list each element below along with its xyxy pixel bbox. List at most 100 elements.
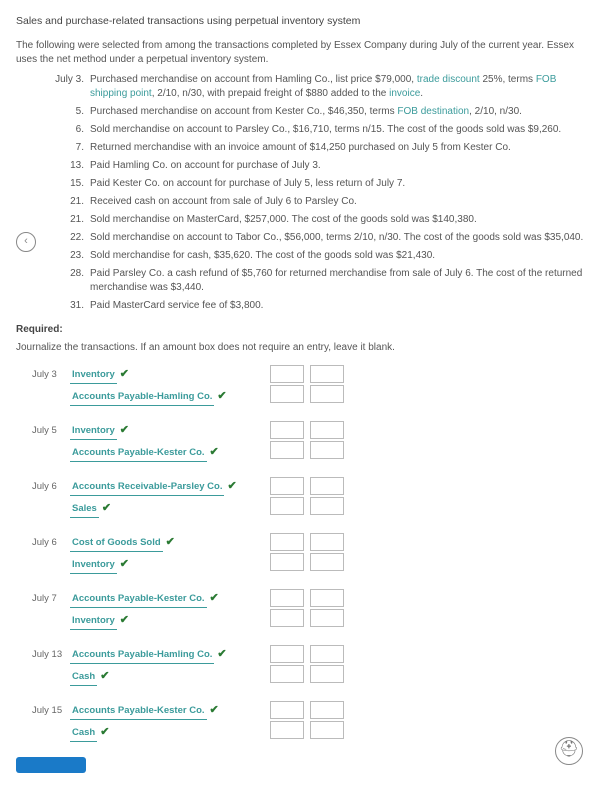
credit-input[interactable] [310,589,344,607]
credit-input[interactable] [310,365,344,383]
check-icon: ✔ [210,703,219,718]
journal-date: July 15 [32,701,70,717]
transaction-date: 22. [50,231,90,245]
debit-input[interactable] [270,497,304,515]
check-icon: ✔ [120,423,129,438]
help-icon[interactable]: ⛑ [555,737,583,765]
credit-input[interactable] [310,609,344,627]
transaction-item: 15.Paid Kester Co. on account for purcha… [50,177,593,191]
journal-row: July 6Cost of Goods Sold✔Inventory✔ [32,533,593,575]
transaction-item: 21.Received cash on account from sale of… [50,195,593,209]
check-icon: ✔ [217,389,226,404]
credit-input[interactable] [310,665,344,683]
account-dropdown[interactable]: Accounts Payable-Kester Co. [70,444,207,462]
credit-input[interactable] [310,497,344,515]
debit-input[interactable] [270,665,304,683]
journal-date: July 7 [32,589,70,605]
check-icon: ✔ [100,669,109,684]
check-icon: ✔ [217,647,226,662]
check-icon: ✔ [210,591,219,606]
credit-input[interactable] [310,477,344,495]
check-icon: ✔ [120,367,129,382]
debit-input[interactable] [270,609,304,627]
transaction-text: Paid Hamling Co. on account for purchase… [90,159,593,173]
transaction-date: 21. [50,213,90,227]
transaction-item: 13.Paid Hamling Co. on account for purch… [50,159,593,173]
action-button[interactable] [16,757,86,773]
credit-input[interactable] [310,721,344,739]
debit-input[interactable] [270,553,304,571]
transaction-date: 28. [50,267,90,295]
transaction-date: 5. [50,105,90,119]
transaction-text: Sold merchandise on MasterCard, $257,000… [90,213,593,227]
required-instruction: Journalize the transactions. If an amoun… [16,341,593,355]
debit-input[interactable] [270,721,304,739]
journal-row: July 5Inventory✔ Accounts Payable-Kester … [32,421,593,463]
credit-input[interactable] [310,421,344,439]
credit-input[interactable] [310,385,344,403]
intro-text: The following were selected from among t… [16,39,593,67]
journal-entries: July 3Inventory✔Accounts Payable-Hamling… [16,365,593,743]
debit-input[interactable] [270,533,304,551]
account-dropdown[interactable]: Cash [70,724,97,742]
credit-input[interactable] [310,533,344,551]
debit-input[interactable] [270,421,304,439]
journal-date: July 6 [32,533,70,549]
transaction-date: 15. [50,177,90,191]
account-dropdown[interactable]: Inventory [70,556,117,574]
account-dropdown[interactable]: Inventory [70,422,117,440]
check-icon: ✔ [100,725,109,740]
check-icon: ✔ [227,479,236,494]
account-dropdown[interactable]: Accounts Payable-Hamling Co. [70,646,214,664]
page-title: Sales and purchase-related transactions … [16,14,593,29]
transaction-item: 21.Sold merchandise on MasterCard, $257,… [50,213,593,227]
transaction-date: 13. [50,159,90,173]
account-dropdown[interactable]: Accounts Payable-Hamling Co. [70,388,214,406]
journal-date: July 5 [32,421,70,437]
account-dropdown[interactable]: Inventory [70,612,117,630]
account-dropdown[interactable]: Inventory [70,366,117,384]
transaction-date: 21. [50,195,90,209]
journal-row: July 7Accounts Payable-Kester Co.✔ Invent… [32,589,593,631]
check-icon: ✔ [102,501,111,516]
debit-input[interactable] [270,441,304,459]
debit-input[interactable] [270,365,304,383]
transaction-text: Paid Kester Co. on account for purchase … [90,177,593,191]
debit-input[interactable] [270,477,304,495]
transaction-item: 31.Paid MasterCard service fee of $3,800… [50,299,593,313]
debit-input[interactable] [270,701,304,719]
journal-row: July 15Accounts Payable-Kester Co.✔Cash✔ [32,701,593,743]
transaction-item: 28.Paid Parsley Co. a cash refund of $5,… [50,267,593,295]
transaction-date: July 3. [50,73,90,101]
credit-input[interactable] [310,645,344,663]
account-dropdown[interactable]: Accounts Payable-Kester Co. [70,590,207,608]
journal-date: July 3 [32,365,70,381]
account-dropdown[interactable]: Sales [70,500,99,518]
transaction-text: Sold merchandise on account to Parsley C… [90,123,593,137]
prev-page-button[interactable]: ‹ [16,232,36,252]
credit-input[interactable] [310,441,344,459]
transaction-item: 22.Sold merchandise on account to Tabor … [50,231,593,245]
required-label: Required: [16,323,593,337]
transaction-text: Received cash on account from sale of Ju… [90,195,593,209]
transaction-text: Paid MasterCard service fee of $3,800. [90,299,593,313]
transaction-text: Sold merchandise for cash, $35,620. The … [90,249,593,263]
debit-input[interactable] [270,589,304,607]
account-dropdown[interactable]: Accounts Payable-Kester Co. [70,702,207,720]
credit-input[interactable] [310,553,344,571]
transaction-list: July 3.Purchased merchandise on account … [16,73,593,313]
account-dropdown[interactable]: Accounts Receivable-Parsley Co. [70,478,224,496]
transaction-text: Paid Parsley Co. a cash refund of $5,760… [90,267,593,295]
account-dropdown[interactable]: Cash [70,668,97,686]
transaction-date: 7. [50,141,90,155]
transaction-date: 23. [50,249,90,263]
journal-date: July 13 [32,645,70,661]
journal-row: July 6Accounts Receivable-Parsley Co.✔Sa… [32,477,593,519]
transaction-date: 6. [50,123,90,137]
debit-input[interactable] [270,645,304,663]
credit-input[interactable] [310,701,344,719]
transaction-item: 6.Sold merchandise on account to Parsley… [50,123,593,137]
debit-input[interactable] [270,385,304,403]
transaction-text: Purchased merchandise on account from Ha… [90,73,593,101]
account-dropdown[interactable]: Cost of Goods Sold [70,534,163,552]
